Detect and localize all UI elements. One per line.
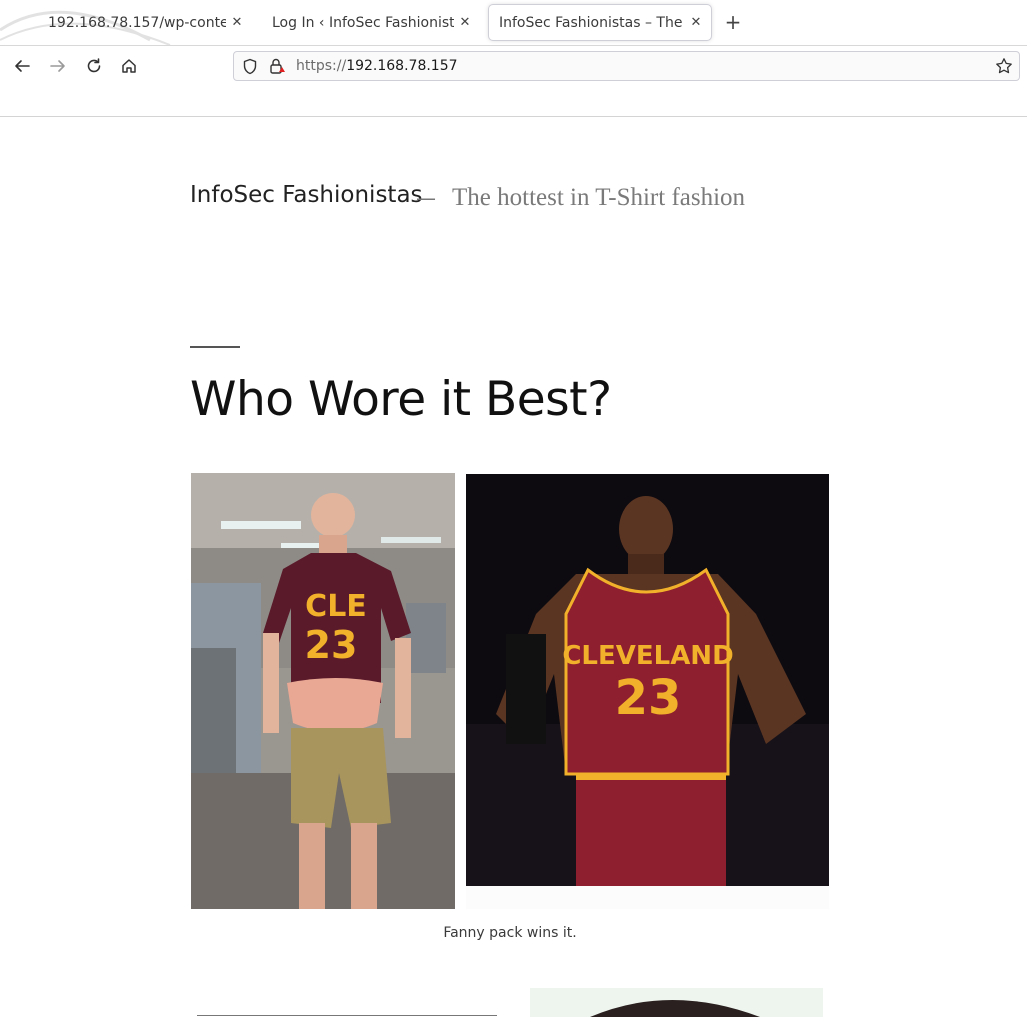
close-tab-icon[interactable]: ✕ bbox=[689, 15, 703, 30]
lock-warning-icon[interactable] bbox=[268, 57, 286, 79]
address-bar[interactable]: https://192.168.78.157 bbox=[233, 51, 1020, 81]
close-tab-icon[interactable]: ✕ bbox=[230, 15, 244, 30]
url-host: 192.168.78.157 bbox=[346, 58, 458, 74]
content-divider bbox=[0, 116, 1027, 117]
close-tab-icon[interactable]: ✕ bbox=[458, 15, 472, 30]
shirt-number: 23 bbox=[305, 623, 358, 667]
tab-title: InfoSec Fashionistas – The ho bbox=[499, 14, 685, 31]
gallery-image-fanny-pack[interactable]: CLE 23 bbox=[191, 473, 455, 909]
title-separator: — bbox=[416, 186, 436, 210]
image-padding bbox=[466, 886, 829, 909]
post-divider bbox=[190, 346, 240, 348]
back-arrow-icon[interactable] bbox=[10, 54, 34, 78]
navigation-toolbar: https://192.168.78.157 bbox=[0, 45, 1027, 88]
gallery-image-jersey[interactable]: CLEVELAND 23 bbox=[466, 474, 829, 886]
shield-icon[interactable] bbox=[242, 58, 258, 79]
tab-wp-content[interactable]: 192.168.78.157/wp-content/p ✕ bbox=[38, 4, 252, 41]
home-icon[interactable] bbox=[117, 54, 141, 78]
jersey-text: CLEVELAND bbox=[562, 641, 733, 671]
tab-title: Log In ‹ InfoSec Fashionistas bbox=[272, 14, 454, 31]
bookmark-star-icon[interactable] bbox=[995, 57, 1013, 79]
plus-icon[interactable]: + bbox=[722, 10, 744, 34]
tab-login[interactable]: Log In ‹ InfoSec Fashionistas ✕ bbox=[262, 4, 480, 41]
tab-title: 192.168.78.157/wp-content/p bbox=[48, 14, 226, 31]
forward-arrow-icon[interactable] bbox=[46, 54, 70, 78]
shirt-text-top: CLE bbox=[305, 589, 367, 624]
gallery-caption: Fanny pack wins it. bbox=[443, 925, 577, 941]
site-title[interactable]: InfoSec Fashionistas bbox=[190, 182, 423, 208]
next-post-divider bbox=[197, 1015, 497, 1016]
tab-infosec-fashionistas[interactable]: InfoSec Fashionistas – The ho ✕ bbox=[488, 4, 712, 41]
post-title: Who Wore it Best? bbox=[190, 372, 612, 427]
url-scheme: https:// bbox=[296, 58, 347, 74]
tab-bar: 192.168.78.157/wp-content/p ✕ Log In ‹ I… bbox=[0, 0, 1027, 45]
url-text: https://192.168.78.157 bbox=[296, 58, 458, 74]
jersey-number: 23 bbox=[615, 670, 682, 726]
reload-icon[interactable] bbox=[82, 54, 106, 78]
site-tagline: The hottest in T-Shirt fashion bbox=[452, 184, 746, 211]
next-post-image[interactable] bbox=[530, 988, 823, 1017]
